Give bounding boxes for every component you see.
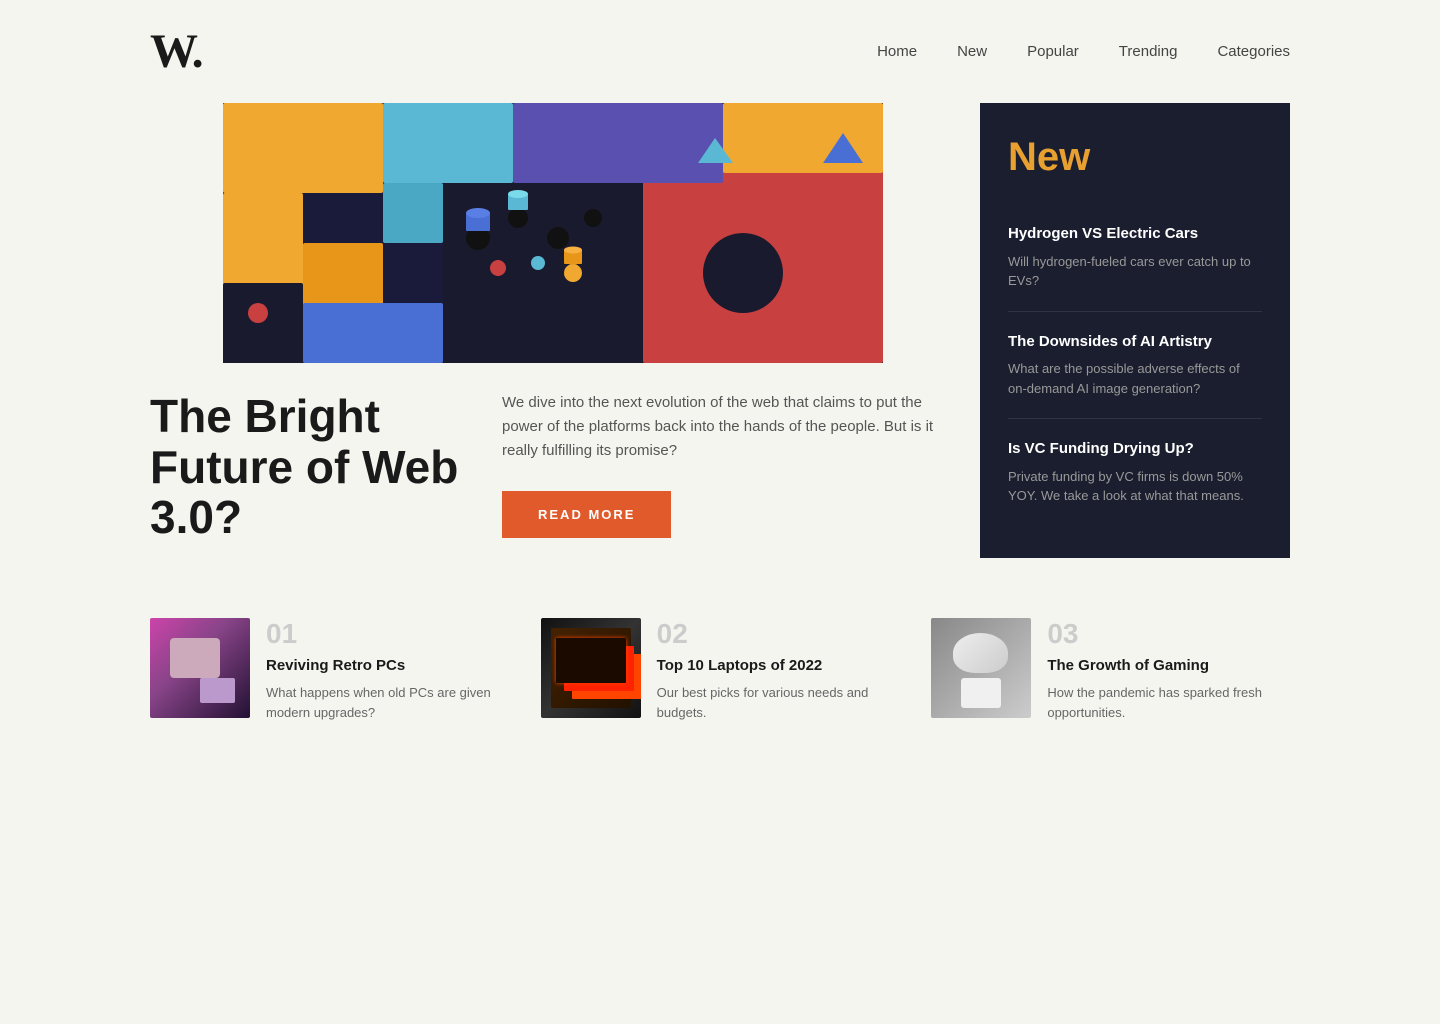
gaming-thumb-image [931, 618, 1031, 718]
nav-new[interactable]: New [957, 43, 987, 60]
article-item-1[interactable]: 01 Reviving Retro PCs What happens when … [150, 618, 541, 723]
sidebar-article-2-desc: What are the possible adverse effects of… [1008, 359, 1262, 398]
sidebar-article-3-title: Is VC Funding Drying Up? [1008, 439, 1262, 459]
article-item-2[interactable]: 02 Top 10 Laptops of 2022 Our best picks… [541, 618, 932, 723]
sidebar-article-3[interactable]: Is VC Funding Drying Up? Private funding… [1008, 419, 1262, 526]
nav-categories[interactable]: Categories [1217, 43, 1290, 60]
nav-trending[interactable]: Trending [1119, 43, 1178, 60]
logo[interactable]: W. [150, 24, 202, 79]
article-2-content: 02 Top 10 Laptops of 2022 Our best picks… [657, 618, 900, 723]
nav-popular[interactable]: Popular [1027, 43, 1079, 60]
hero-article: The Bright Future of Web 3.0? We dive in… [150, 103, 956, 558]
sidebar-article-1-title: Hydrogen VS Electric Cars [1008, 224, 1262, 244]
nav-home[interactable]: Home [877, 43, 917, 60]
article-3-desc: How the pandemic has sparked fresh oppor… [1047, 683, 1290, 722]
article-item-3[interactable]: 03 The Growth of Gaming How the pandemic… [931, 618, 1290, 723]
hero-text-area: The Bright Future of Web 3.0? We dive in… [150, 391, 956, 543]
article-1-content: 01 Reviving Retro PCs What happens when … [266, 618, 509, 723]
article-2-number: 02 [657, 618, 900, 650]
sidebar-article-3-desc: Private funding by VC firms is down 50% … [1008, 467, 1262, 506]
sidebar-article-1-desc: Will hydrogen-fueled cars ever catch up … [1008, 252, 1262, 291]
article-3-thumbnail [931, 618, 1031, 718]
article-2-title: Top 10 Laptops of 2022 [657, 656, 900, 676]
numbered-articles-row: 01 Reviving Retro PCs What happens when … [150, 618, 1290, 723]
article-2-desc: Our best picks for various needs and bud… [657, 683, 900, 722]
retro-thumb-image [150, 618, 250, 718]
article-3-number: 03 [1047, 618, 1290, 650]
article-1-desc: What happens when old PCs are given mode… [266, 683, 509, 722]
hero-description: We dive into the next evolution of the w… [502, 391, 956, 538]
new-label: New [1008, 135, 1262, 180]
article-1-thumbnail [150, 618, 250, 718]
main-nav: Home New Popular Trending Categories [877, 43, 1290, 60]
sidebar-article-2-title: The Downsides of AI Artistry [1008, 332, 1262, 352]
article-3-title: The Growth of Gaming [1047, 656, 1290, 676]
article-2-thumbnail [541, 618, 641, 718]
article-1-number: 01 [266, 618, 509, 650]
laptops-thumb-image [541, 618, 641, 718]
hero-title: The Bright Future of Web 3.0? [150, 391, 470, 543]
article-1-title: Reviving Retro PCs [266, 656, 509, 676]
new-sidebar: New Hydrogen VS Electric Cars Will hydro… [980, 103, 1290, 558]
article-3-content: 03 The Growth of Gaming How the pandemic… [1047, 618, 1290, 723]
hero-image [150, 103, 956, 363]
sidebar-article-1[interactable]: Hydrogen VS Electric Cars Will hydrogen-… [1008, 204, 1262, 312]
sidebar-article-2[interactable]: The Downsides of AI Artistry What are th… [1008, 312, 1262, 420]
read-more-button[interactable]: READ MORE [502, 491, 671, 538]
